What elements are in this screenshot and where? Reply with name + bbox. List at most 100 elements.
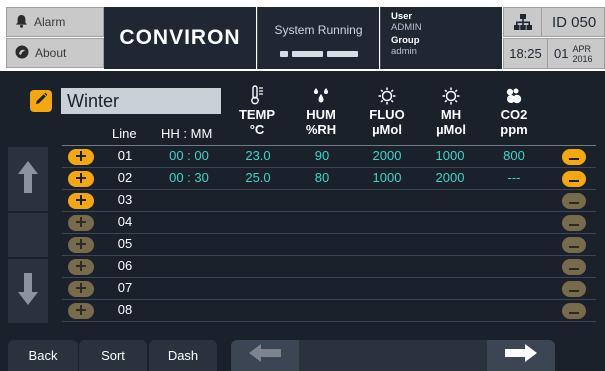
line-cell: 06 bbox=[117, 258, 133, 273]
line-cell: 04 bbox=[117, 214, 133, 229]
plus-icon bbox=[76, 258, 86, 276]
add-line-button[interactable] bbox=[68, 215, 94, 231]
date-year: 2016 bbox=[572, 53, 593, 64]
table-row[interactable]: 03 bbox=[0, 190, 605, 210]
status-progress-bar bbox=[280, 51, 358, 57]
plus-icon bbox=[76, 148, 86, 166]
hum-title: HUM bbox=[306, 107, 336, 122]
line-cell: 02 bbox=[117, 170, 133, 185]
dash-button[interactable]: Dash bbox=[149, 340, 217, 371]
table-row[interactable]: 07 bbox=[0, 278, 605, 298]
time-cell[interactable]: 00 : 00 bbox=[156, 148, 222, 163]
clock-panel[interactable]: 18:25 01 APR 2016 bbox=[503, 38, 605, 69]
mh-column-header: MH µMol bbox=[426, 83, 476, 137]
program-editor-panel: Winter TEMP °C HUM %RH FLUO µMol MH µMol… bbox=[0, 71, 605, 371]
temp-unit: °C bbox=[249, 122, 265, 137]
table-row[interactable]: 08 bbox=[0, 300, 605, 320]
sort-button[interactable]: Sort bbox=[79, 340, 147, 371]
chamber-id: ID 050 bbox=[552, 13, 597, 31]
mh-title: MH bbox=[440, 107, 462, 122]
remove-line-button[interactable] bbox=[562, 149, 586, 165]
add-line-button[interactable] bbox=[68, 237, 94, 253]
bell-icon bbox=[15, 14, 28, 31]
remove-line-button[interactable] bbox=[562, 171, 586, 187]
chamber-id-button[interactable]: ID 050 bbox=[503, 7, 605, 37]
row-divider bbox=[62, 321, 596, 322]
logo-text: CONVIRON bbox=[119, 26, 241, 49]
add-line-button[interactable] bbox=[68, 259, 94, 275]
time-cell[interactable]: 00 : 30 bbox=[156, 170, 222, 185]
about-icon bbox=[15, 45, 29, 62]
pencil-icon bbox=[34, 92, 48, 111]
date-month: APR bbox=[572, 43, 591, 54]
clock-time: 18:25 bbox=[504, 39, 548, 68]
co2-cell[interactable]: 800 bbox=[492, 148, 536, 163]
minus-icon bbox=[569, 214, 579, 232]
date-month-year: APR 2016 bbox=[568, 44, 592, 64]
remove-line-button[interactable] bbox=[562, 237, 586, 253]
line-cell: 05 bbox=[117, 236, 133, 251]
plus-icon bbox=[76, 280, 86, 298]
mh-cell[interactable]: 1000 bbox=[428, 148, 472, 163]
line-cell: 03 bbox=[117, 192, 133, 207]
add-line-button[interactable] bbox=[68, 303, 94, 319]
hum-column-header: HUM %RH bbox=[296, 83, 346, 137]
table-row[interactable]: 05 bbox=[0, 234, 605, 254]
hum-cell[interactable]: 80 bbox=[300, 170, 344, 185]
alarm-label: Alarm bbox=[34, 15, 66, 29]
remove-line-button[interactable] bbox=[562, 281, 586, 297]
remove-line-button[interactable] bbox=[562, 259, 586, 275]
arrow-right-icon bbox=[504, 343, 538, 368]
light-icon bbox=[426, 83, 476, 105]
user-value: ADMIN bbox=[391, 22, 422, 33]
line-column-header: Line bbox=[112, 126, 137, 141]
minus-icon bbox=[569, 236, 579, 254]
next-page-button[interactable] bbox=[487, 340, 555, 371]
user-label: User bbox=[391, 11, 413, 22]
minus-icon bbox=[569, 170, 579, 188]
bottom-bar: Back Sort Dash bbox=[0, 340, 605, 371]
add-line-button[interactable] bbox=[68, 281, 94, 297]
plus-icon bbox=[76, 192, 86, 210]
program-name-field[interactable]: Winter bbox=[61, 88, 221, 114]
alarm-button[interactable]: Alarm bbox=[6, 7, 104, 37]
temp-cell[interactable]: 25.0 bbox=[236, 170, 280, 185]
previous-page-button[interactable] bbox=[231, 340, 299, 371]
mh-cell[interactable]: 2000 bbox=[428, 170, 472, 185]
arrow-left-icon bbox=[248, 343, 282, 368]
network-icon bbox=[504, 8, 542, 36]
minus-icon bbox=[569, 280, 579, 298]
remove-line-button[interactable] bbox=[562, 193, 586, 209]
about-button[interactable]: About bbox=[6, 38, 104, 68]
hum-cell[interactable]: 90 bbox=[300, 148, 344, 163]
edit-name-button[interactable] bbox=[30, 90, 52, 112]
system-status: System Running bbox=[257, 7, 379, 69]
remove-line-button[interactable] bbox=[562, 303, 586, 319]
page-indicator-slot bbox=[299, 340, 487, 371]
add-line-button[interactable] bbox=[68, 149, 94, 165]
minus-icon bbox=[569, 302, 579, 320]
table-row[interactable]: 04 bbox=[0, 212, 605, 232]
table-row[interactable]: 02 00 : 30 25.0 80 1000 2000 --- bbox=[0, 168, 605, 188]
fluo-cell[interactable]: 2000 bbox=[365, 148, 409, 163]
table-row[interactable]: 06 bbox=[0, 256, 605, 276]
line-cell: 07 bbox=[117, 280, 133, 295]
remove-line-button[interactable] bbox=[562, 215, 586, 231]
thermometer-icon bbox=[232, 83, 282, 105]
temp-cell[interactable]: 23.0 bbox=[236, 148, 280, 163]
fluo-cell[interactable]: 1000 bbox=[365, 170, 409, 185]
add-line-button[interactable] bbox=[68, 171, 94, 187]
co2-cell[interactable]: --- bbox=[492, 170, 536, 185]
top-left-buttons: Alarm About bbox=[6, 7, 104, 69]
table-row[interactable]: 01 00 : 00 23.0 90 2000 1000 800 bbox=[0, 146, 605, 166]
minus-icon bbox=[569, 258, 579, 276]
top-bar: Alarm About CONVIRON System Running User… bbox=[0, 0, 605, 71]
fluo-title: FLUO bbox=[369, 107, 405, 122]
plus-icon bbox=[76, 236, 86, 254]
plus-icon bbox=[76, 170, 86, 188]
co2-unit: ppm bbox=[500, 122, 528, 137]
back-button[interactable]: Back bbox=[8, 340, 78, 371]
time-column-header: HH : MM bbox=[161, 126, 213, 141]
fluo-column-header: FLUO µMol bbox=[362, 83, 412, 137]
add-line-button[interactable] bbox=[68, 193, 94, 209]
